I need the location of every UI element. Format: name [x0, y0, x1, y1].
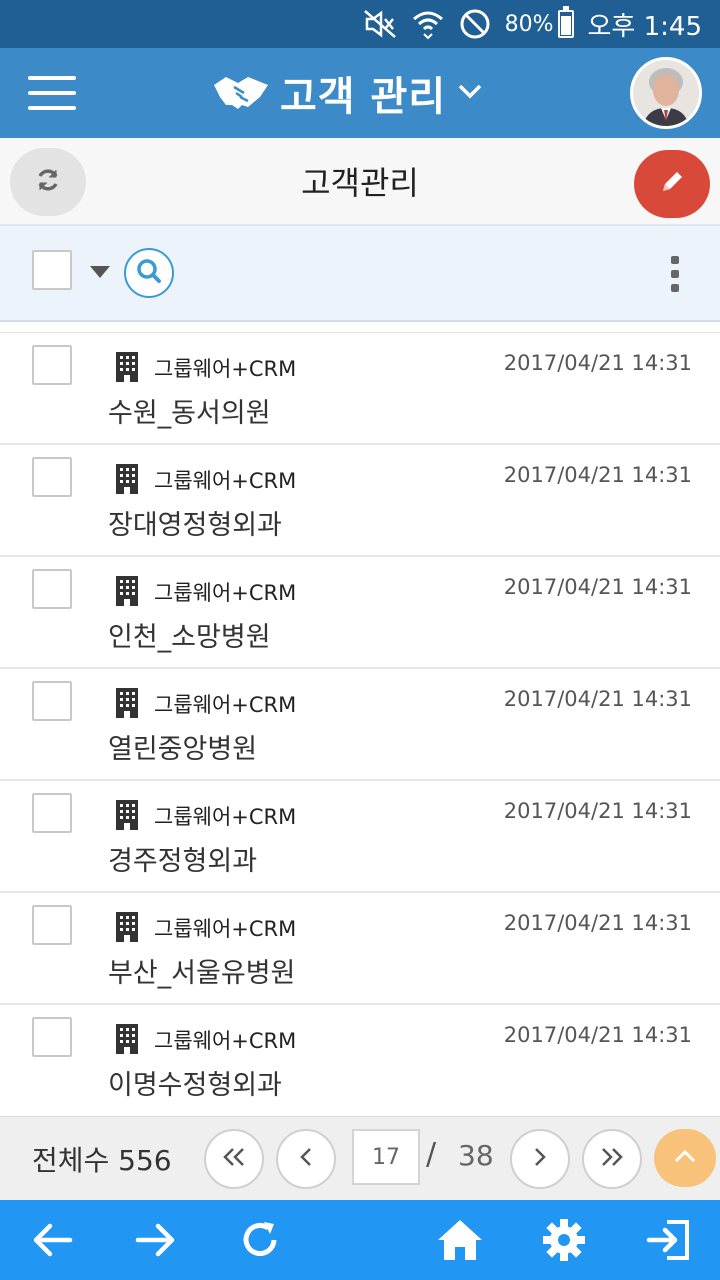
bottom-navigation: [0, 1200, 720, 1280]
sub-header: 고객관리: [0, 138, 720, 226]
row-checkbox[interactable]: [32, 681, 72, 721]
item-date: 2017/04/21 14:31: [503, 687, 692, 711]
item-name[interactable]: 경주정형외과: [108, 839, 257, 878]
battery-icon: [557, 6, 574, 38]
do-not-disturb-icon: [459, 8, 491, 40]
item-name[interactable]: 열린중앙병원: [108, 727, 257, 766]
item-date: 2017/04/21 14:31: [503, 575, 692, 599]
list-item[interactable]: 그룹웨어+CRM 2017/04/21 14:31 경주정형외과: [0, 781, 720, 893]
search-button[interactable]: [124, 248, 174, 298]
row-checkbox[interactable]: [32, 905, 72, 945]
list-toolbar: [0, 226, 720, 322]
building-icon: [114, 575, 140, 611]
item-date: 2017/04/21 14:31: [503, 1023, 692, 1047]
row-checkbox[interactable]: [32, 793, 72, 833]
row-checkbox[interactable]: [32, 457, 72, 497]
customer-list: 그룹웨어+CRM 2017/04/21 14:31 수원_동서의원 그룹웨어+C…: [0, 332, 720, 1114]
battery-percent: 80%: [504, 11, 554, 37]
item-name[interactable]: 부산_서울유병원: [108, 951, 295, 990]
building-icon: [114, 799, 140, 835]
hamburger-icon[interactable]: [28, 76, 76, 110]
chevron-left-icon: [296, 1145, 316, 1173]
reload-icon[interactable]: [236, 1216, 284, 1264]
building-icon: [114, 911, 140, 947]
item-category: 그룹웨어+CRM: [154, 917, 297, 941]
chevron-right-icon: [530, 1145, 550, 1173]
item-category: 그룹웨어+CRM: [154, 805, 297, 829]
building-icon: [114, 463, 140, 499]
item-date: 2017/04/21 14:31: [503, 799, 692, 823]
first-page-button[interactable]: [204, 1129, 264, 1189]
edit-button[interactable]: [634, 150, 710, 218]
page-title: 고객관리: [301, 164, 419, 202]
back-arrow-icon[interactable]: [28, 1216, 76, 1264]
page-number-input[interactable]: [352, 1129, 420, 1185]
select-dropdown-icon[interactable]: [90, 266, 110, 278]
item-category: 그룹웨어+CRM: [154, 693, 297, 717]
list-item[interactable]: 그룹웨어+CRM 2017/04/21 14:31 인천_소망병원: [0, 557, 720, 669]
pencil-icon: [659, 169, 685, 199]
search-icon: [135, 257, 163, 289]
status-bar: 80% 오후 1:45: [0, 0, 720, 48]
battery-indicator: 80%: [504, 6, 574, 38]
next-page-button[interactable]: [510, 1129, 570, 1189]
app-bar: 고객 관리: [0, 48, 720, 138]
scroll-top-button[interactable]: [654, 1129, 716, 1187]
settings-icon[interactable]: [540, 1216, 588, 1264]
list-item[interactable]: 그룹웨어+CRM 2017/04/21 14:31 이명수정형외과: [0, 1005, 720, 1114]
list-item[interactable]: 그룹웨어+CRM 2017/04/21 14:31 장대영정형외과: [0, 445, 720, 557]
logout-icon[interactable]: [644, 1216, 692, 1264]
item-name[interactable]: 이명수정형외과: [108, 1063, 282, 1102]
building-icon: [114, 687, 140, 723]
item-date: 2017/04/21 14:31: [503, 351, 692, 375]
clock: 오후 1:45: [587, 11, 703, 42]
total-count: 전체수 556: [32, 1144, 172, 1177]
page-separator: /: [426, 1137, 437, 1172]
item-name[interactable]: 장대영정형외과: [108, 503, 282, 542]
wifi-icon: [411, 8, 445, 40]
item-name[interactable]: 수원_동서의원: [108, 391, 271, 430]
mute-icon: [363, 9, 397, 39]
last-page-button[interactable]: [582, 1129, 642, 1189]
prev-page-button[interactable]: [276, 1129, 336, 1189]
select-all-checkbox[interactable]: [32, 250, 72, 290]
home-icon[interactable]: [436, 1216, 484, 1264]
app-title-dropdown[interactable]: 고객 관리: [212, 66, 484, 120]
chevron-down-icon: [456, 81, 484, 105]
list-item[interactable]: 그룹웨어+CRM 2017/04/21 14:31 부산_서울유병원: [0, 893, 720, 1005]
item-category: 그룹웨어+CRM: [154, 581, 297, 605]
item-date: 2017/04/21 14:31: [503, 911, 692, 935]
double-chevron-left-icon: [220, 1145, 248, 1173]
total-pages: 38: [458, 1139, 494, 1172]
chevron-up-icon: [672, 1147, 698, 1169]
pagination-bar: 전체수 556 / 38: [0, 1116, 720, 1200]
item-category: 그룹웨어+CRM: [154, 1029, 297, 1053]
app-title: 고객 관리: [280, 74, 447, 120]
item-category: 그룹웨어+CRM: [154, 357, 297, 381]
more-vertical-icon[interactable]: [670, 256, 680, 292]
item-category: 그룹웨어+CRM: [154, 469, 297, 493]
item-date: 2017/04/21 14:31: [503, 463, 692, 487]
building-icon: [114, 1023, 140, 1059]
item-name[interactable]: 인천_소망병원: [108, 615, 271, 654]
list-item[interactable]: 그룹웨어+CRM 2017/04/21 14:31 열린중앙병원: [0, 669, 720, 781]
row-checkbox[interactable]: [32, 345, 72, 385]
list-item[interactable]: 그룹웨어+CRM 2017/04/21 14:31 수원_동서의원: [0, 333, 720, 445]
building-icon: [114, 351, 140, 387]
forward-arrow-icon[interactable]: [132, 1216, 180, 1264]
avatar[interactable]: [630, 57, 702, 129]
handshake-icon: [212, 71, 270, 115]
row-checkbox[interactable]: [32, 1017, 72, 1057]
row-checkbox[interactable]: [32, 569, 72, 609]
double-chevron-right-icon: [598, 1145, 626, 1173]
